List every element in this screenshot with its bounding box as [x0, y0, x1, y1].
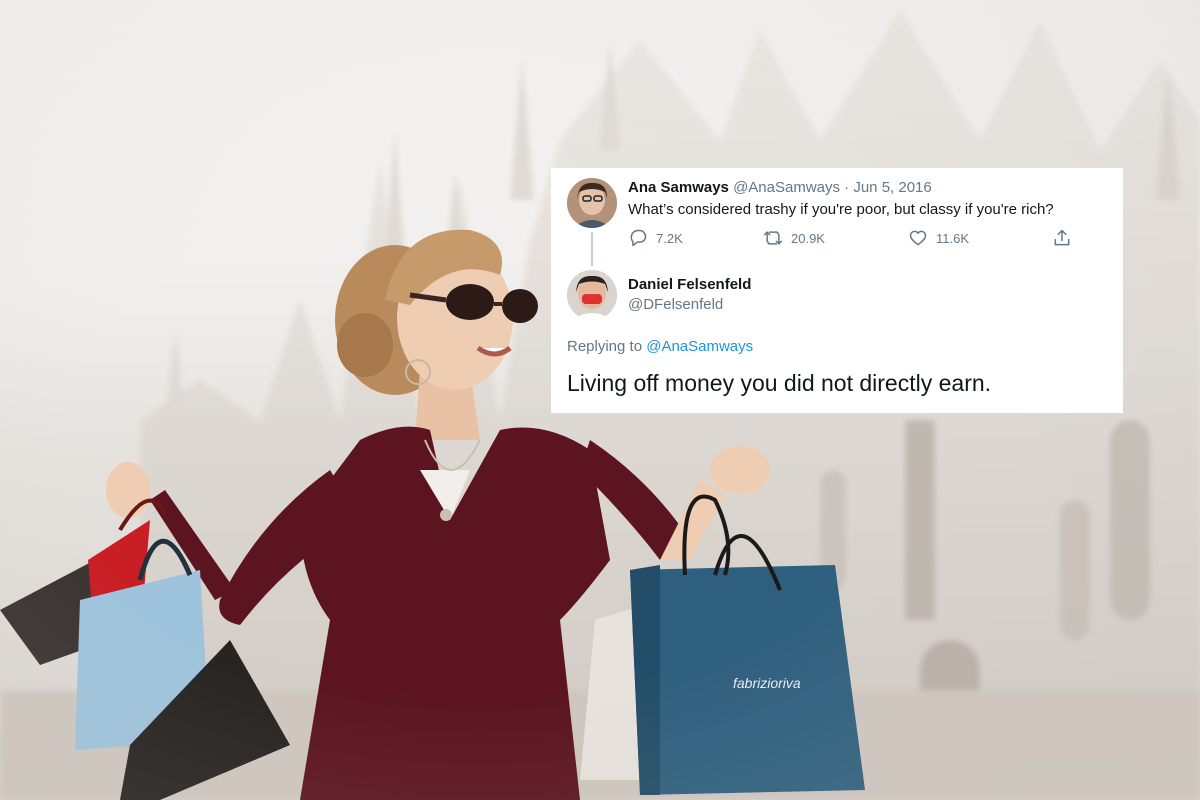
- author-name[interactable]: Ana Samways: [628, 179, 729, 196]
- share-button[interactable]: [1052, 228, 1080, 248]
- share-icon: [1054, 229, 1070, 246]
- author-handle[interactable]: @AnaSamways: [733, 179, 840, 196]
- tweet-header: Ana Samways @AnaSamways · Jun 5, 2016: [628, 178, 932, 198]
- tweet-card: Ana Samways @AnaSamways · Jun 5, 2016 Wh…: [551, 168, 1123, 413]
- reply-author-name[interactable]: Daniel Felsenfeld: [628, 276, 751, 293]
- like-button[interactable]: 11.6K: [908, 228, 969, 248]
- avatar[interactable]: [567, 178, 617, 228]
- reply-icon: [630, 229, 647, 247]
- heart-icon: [909, 230, 927, 246]
- meta-separator: ·: [844, 179, 854, 196]
- reply-button[interactable]: 7.2K: [628, 228, 683, 248]
- retweet-button[interactable]: 20.9K: [763, 228, 825, 248]
- tweet-text: What’s considered trashy if you're poor,…: [628, 201, 1054, 218]
- replying-to-line: Replying to @AnaSamways: [567, 338, 753, 355]
- user-avatar-icon: [567, 178, 617, 228]
- reply-text: Living off money you did not directly ea…: [567, 370, 992, 396]
- tweet-date[interactable]: Jun 5, 2016: [853, 179, 931, 196]
- reply-author-handle[interactable]: @DFelsenfeld: [628, 296, 723, 313]
- tweet-actions: 7.2K 20.9K 11.6K: [628, 228, 1078, 250]
- reply-count: 7.2K: [656, 230, 683, 246]
- retweet-count: 20.9K: [791, 230, 825, 246]
- user-avatar-icon: [567, 270, 617, 320]
- avatar[interactable]: [567, 270, 617, 320]
- retweet-icon: [763, 231, 783, 245]
- replying-to-mention[interactable]: @AnaSamways: [646, 338, 753, 355]
- thread-line: [591, 232, 593, 266]
- like-count: 11.6K: [936, 230, 970, 246]
- replying-to-label: Replying to: [567, 338, 647, 355]
